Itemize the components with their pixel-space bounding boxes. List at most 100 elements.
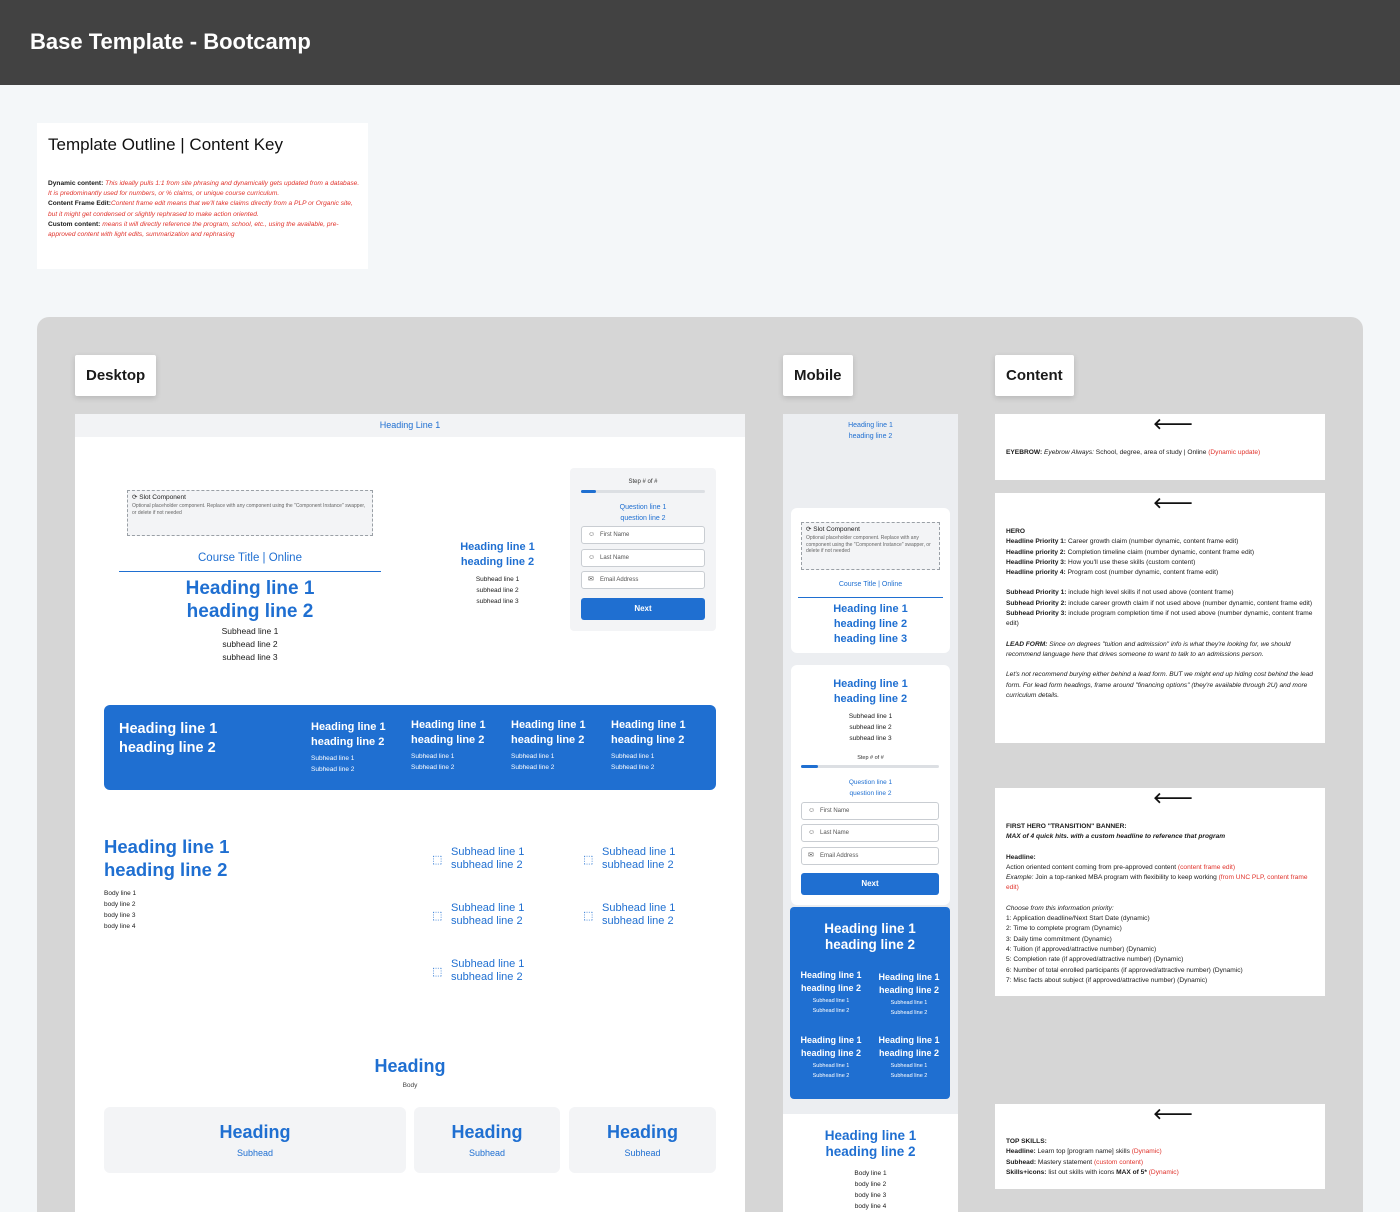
banner-item-subhead-2: Subhead line 2 <box>611 764 655 771</box>
mobile-banner-item-subhead-2: Subhead line 2 <box>890 1009 928 1016</box>
frame-label: Content Frame Edit: <box>48 200 112 208</box>
mobile-skills-heading-line-1: Heading line 1 <box>824 1128 917 1143</box>
mobile-email-field[interactable]: ✉ Email Address <box>801 847 939 865</box>
mobile-skills-body-line: body line 3 <box>854 1192 887 1199</box>
transition-list-item: 4: Tuition (if approved/attractive numbe… <box>1006 945 1157 953</box>
side-heading-line-2: heading line 2 <box>460 556 535 568</box>
hero-note-line: Headline priority 4: Program cost (numbe… <box>1006 568 1313 578</box>
first-name-field[interactable]: ☺ First Name <box>581 526 705 544</box>
content-card-top-skills[interactable]: 🡐 TOP SKILLS: Headline: Learn top [progr… <box>995 1104 1325 1189</box>
form-question-line-1: Question line 1 <box>619 504 667 511</box>
course-title: Course Title | Online <box>198 552 302 564</box>
slot-description: Optional placeholder component. Replace … <box>132 503 366 516</box>
side-subhead-line-3: subhead line 3 <box>476 598 519 605</box>
banner-item: Heading line 1 heading line 2 Subhead li… <box>511 718 611 773</box>
feature-card[interactable]: Heading Subhead <box>569 1107 716 1173</box>
mobile-banner-heading-line-1: Heading line 1 <box>824 921 916 936</box>
hero-note-line: Headline Priority 3: How you'll use thes… <box>1006 558 1313 568</box>
content-card-hero[interactable]: 🡐 HERO Headline Priority 1: Career growt… <box>995 493 1325 743</box>
skill-subhead-2: subhead line 2 <box>451 859 523 871</box>
transition-list-item: 1: Application deadline/Next Start Date … <box>1006 915 1150 923</box>
mobile-frame[interactable]: Heading line 1 heading line 2 ⟳ Slot Com… <box>783 414 958 1212</box>
banner-item-heading-1: Heading line 1 <box>411 719 486 731</box>
outline-title: Template Outline | Content Key <box>48 135 283 154</box>
next-button[interactable]: Next <box>581 598 705 620</box>
hero-note-label: Headline Priority 3: <box>1006 558 1067 566</box>
dynamic-label: Dynamic content: <box>48 180 104 187</box>
hero-subhead-line-1: Subhead line 1 <box>221 626 279 636</box>
swap-icon: ⟳ <box>806 526 812 533</box>
user-icon: ☺ <box>588 531 596 538</box>
skills-heading-line-2: heading line 2 <box>104 859 228 880</box>
mobile-banner-item-heading-2: heading line 2 <box>800 1048 861 1058</box>
mobile-banner-item-heading-2: heading line 2 <box>800 983 861 993</box>
mobile-card-heading-line-1: Heading line 1 <box>833 678 908 690</box>
mobile-hero-heading-line-2: heading line 2 <box>833 618 908 630</box>
content-card-eyebrow[interactable]: 🡐 EYEBROW: Eyebrow Always: School, degre… <box>995 414 1325 480</box>
banner-item-heading-2: heading line 2 <box>311 736 385 748</box>
hero-note-label: Subhead Priority 2: <box>1006 599 1067 607</box>
mobile-banner-item-subhead-1: Subhead line 1 <box>812 998 850 1004</box>
lead-form-note: LEAD FORM: Since on degrees "tuition and… <box>1006 640 1313 661</box>
top-skills-headline-label: Headline: <box>1006 1148 1036 1156</box>
eyebrow-italic: Eyebrow Always: <box>1044 449 1094 456</box>
hero-note-label: Headline priority 4: <box>1006 569 1066 577</box>
content-label[interactable]: Content <box>995 355 1074 396</box>
mobile-skills-body-line: body line 2 <box>854 1181 887 1188</box>
eyebrow-note: EYEBROW: Eyebrow Always: School, degree,… <box>1006 448 1313 458</box>
banner-item: Heading line 1 heading line 2 Subhead li… <box>311 720 411 775</box>
arrow-left-icon: 🡐 <box>1153 416 1194 433</box>
mobile-hero-card: ⟳ Slot Component Optional placeholder co… <box>791 508 950 653</box>
mobile-banner-item-heading-1: Heading line 1 <box>878 972 940 982</box>
desktop-frame[interactable]: Heading Line 1 ⟳ Slot Component Optional… <box>75 414 745 1212</box>
lead-form-extra-note: Let's not recommend burying either behin… <box>1006 671 1313 699</box>
mobile-next-button[interactable]: Next <box>801 873 939 895</box>
feature-card-heading: Heading <box>219 1122 291 1142</box>
mobile-banner-item-heading-1: Heading line 1 <box>878 1035 940 1045</box>
banner-item: Heading line 1 heading line 2 Subhead li… <box>611 718 711 773</box>
skills-body-line: Body line 1 <box>104 890 137 897</box>
mobile-last-name-field[interactable]: ☺ Last Name <box>801 824 939 842</box>
mobile-form-step: Step # of # <box>857 755 884 761</box>
hero-note-sub-line: Subhead Priority 1: include high level s… <box>1006 588 1313 598</box>
feature-card[interactable]: Heading Subhead <box>414 1107 560 1173</box>
mobile-first-name-field[interactable]: ☺ First Name <box>801 802 939 820</box>
mobile-form-question: Question line 1 question line 2 <box>791 777 950 799</box>
content-card-transition[interactable]: 🡐 FIRST HERO "TRANSITION" BANNER: MAX of… <box>995 788 1325 996</box>
mobile-banner-item-subhead-1: Subhead line 1 <box>812 1063 850 1069</box>
mobile-label[interactable]: Mobile <box>783 355 853 396</box>
mobile-form-card: Heading line 1 heading line 2 Subhead li… <box>791 665 950 905</box>
lead-form[interactable]: Step # of # Question line 1 question lin… <box>570 468 716 631</box>
desktop-label[interactable]: Desktop <box>75 355 157 396</box>
banner-item-heading-1: Heading line 1 <box>311 721 386 733</box>
email-field[interactable]: ✉ Email Address <box>581 571 705 589</box>
slot-component[interactable]: ⟳ Slot Component Optional placeholder co… <box>127 490 373 536</box>
placeholder-icon: ⬚ <box>432 854 443 866</box>
banner-heading: Heading line 1 heading line 2 <box>119 720 217 758</box>
mobile-banner-item-heading-1: Heading line 1 <box>800 1035 862 1045</box>
skills-body-line: body line 4 <box>104 923 136 930</box>
skill-subhead-2: subhead line 2 <box>602 915 674 927</box>
transition-example-label: Example: <box>1006 874 1034 882</box>
last-name-field[interactable]: ☺ Last Name <box>581 549 705 567</box>
hero-note-label: Subhead Priority 1: <box>1006 589 1067 597</box>
banner-item-heading-1: Heading line 1 <box>611 719 686 731</box>
skill-subhead-2: subhead line 2 <box>602 859 674 871</box>
top-skills-icons-text: list out skills with icons <box>1046 1168 1117 1176</box>
hero-subhead-line-2: subhead line 2 <box>222 639 278 649</box>
arrow-left-icon: 🡐 <box>1153 495 1194 512</box>
skill-subhead-1: Subhead line 1 <box>602 846 676 858</box>
feature-card[interactable]: Heading Subhead <box>104 1107 406 1173</box>
skill-subhead-1: Subhead line 1 <box>451 958 525 970</box>
mobile-hero-heading: Heading line 1 heading line 2 heading li… <box>791 602 950 647</box>
banner-item-subhead-2: Subhead line 2 <box>311 766 355 773</box>
transition-list-item: 5: Completion rate (if approved/attracti… <box>1006 956 1184 964</box>
mobile-progress-fill <box>801 765 818 768</box>
banner-item-subhead-1: Subhead line 1 <box>611 753 655 760</box>
template-outline-card[interactable]: Template Outline | Content Key Dynamic c… <box>37 123 368 269</box>
skills-heading-line-1: Heading line 1 <box>104 836 230 857</box>
mobile-slot-component[interactable]: ⟳ Slot Component Optional placeholder co… <box>801 522 940 570</box>
arrow-left-icon: 🡐 <box>1153 790 1194 807</box>
top-skills-icons: Skills+icons: list out skills with icons… <box>1006 1168 1313 1178</box>
mobile-course-divider <box>798 597 943 598</box>
